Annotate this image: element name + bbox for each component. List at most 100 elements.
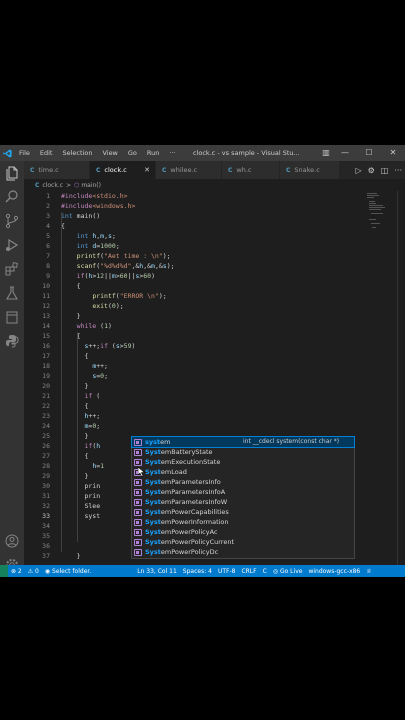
tab-time-c[interactable]: C time.c: [24, 161, 90, 179]
indentation[interactable]: Spaces: 4: [180, 568, 215, 575]
vertical-scrollbar[interactable]: [397, 191, 405, 565]
settings-icon[interactable]: ⚙: [365, 166, 378, 175]
search-icon[interactable]: [4, 189, 20, 205]
tab-snake-c[interactable]: C Snake.c: [280, 161, 340, 179]
code-line[interactable]: s=0;: [61, 371, 108, 381]
testing-flask-icon[interactable]: [4, 285, 20, 301]
cpp-configuration[interactable]: windows-gcc-x86: [305, 568, 363, 575]
more-actions-icon[interactable]: ···: [391, 166, 405, 175]
code-line[interactable]: prin: [61, 491, 100, 501]
suggestion-item[interactable]: SystemParametersInfo: [132, 477, 354, 487]
cursor-position[interactable]: Ln 33, Col 11: [134, 568, 180, 575]
end-of-line[interactable]: CRLF: [238, 568, 259, 575]
warnings-count[interactable]: ⚠ 0: [25, 568, 42, 575]
breadcrumb-file[interactable]: clock.c: [42, 182, 63, 189]
menu-file[interactable]: File: [14, 145, 35, 161]
remote-indicator[interactable]: [0, 565, 8, 577]
code-line[interactable]: }: [61, 311, 81, 321]
suggestion-item[interactable]: SystemParametersInfoW: [132, 497, 354, 507]
function-symbol-icon: ⬡: [74, 181, 80, 189]
extensions-icon[interactable]: [4, 261, 20, 277]
maximize-button[interactable]: ☐: [357, 145, 381, 161]
account-icon[interactable]: [4, 533, 20, 549]
symbol-method-icon: [134, 538, 142, 546]
suggestion-label: system: [145, 437, 170, 447]
code-line[interactable]: prin: [61, 481, 100, 491]
suggestion-item[interactable]: SystemPowerInformation: [132, 517, 354, 527]
close-window-button[interactable]: ✕: [381, 145, 405, 161]
code-line[interactable]: #include<windows.h>: [61, 201, 135, 211]
code-line[interactable]: int d=1000;: [61, 241, 120, 251]
python-icon[interactable]: [4, 333, 20, 349]
remote-explorer-icon[interactable]: [4, 309, 20, 325]
suggestion-item[interactable]: SystemBatteryState: [132, 447, 354, 457]
run-debug-icon[interactable]: [4, 237, 20, 253]
line-number: 26: [42, 442, 50, 450]
code-line[interactable]: printf("Aet time : \n");: [61, 251, 171, 261]
suggestion-item[interactable]: SystemPowerPolicyDc: [132, 547, 354, 557]
code-line[interactable]: m=0;: [61, 421, 100, 431]
code-line[interactable]: if(h>12||m>60||s>60): [61, 271, 155, 281]
code-line[interactable]: #include<stdio.h>: [61, 191, 128, 201]
suggestion-item[interactable]: SystemPowerPolicyCurrent: [132, 537, 354, 547]
code-line[interactable]: if (: [61, 391, 100, 401]
code-line[interactable]: scanf("%d%d%d",&h,&m,&s);: [61, 261, 175, 271]
line-number: 32: [42, 502, 50, 510]
tab-wh-c[interactable]: C wh.c: [222, 161, 280, 179]
minimap[interactable]: [365, 191, 395, 231]
split-editor-icon[interactable]: ◫: [378, 166, 392, 175]
suggestion-item[interactable]: SystemParametersInfoA: [132, 487, 354, 497]
code-editor[interactable]: 1 2 3 4 5 6 7 8 9 10 11 12 13 14 15 16 17 18 19 20 21 22 23 24 2…: [24, 191, 405, 565]
notifications-bell-icon[interactable]: ♕: [363, 568, 374, 575]
close-tab-icon[interactable]: ✕: [144, 166, 150, 174]
code-line[interactable]: Slee: [61, 501, 100, 511]
source-control-icon[interactable]: [4, 213, 20, 229]
code-line[interactable]: while (1): [61, 321, 112, 331]
code-line[interactable]: syst: [61, 511, 100, 521]
code-line[interactable]: {: [61, 451, 88, 461]
code-line[interactable]: if(h: [61, 441, 100, 451]
language-mode[interactable]: C: [260, 568, 270, 575]
breadcrumb-symbol[interactable]: main(): [81, 182, 101, 189]
go-live-button[interactable]: ◎ Go Live: [270, 568, 306, 575]
code-line[interactable]: {: [61, 401, 88, 411]
code-line[interactable]: }: [61, 431, 88, 441]
run-file-icon[interactable]: ▷: [352, 166, 364, 175]
code-line[interactable]: exit(0);: [61, 301, 123, 311]
tab-clock-c[interactable]: C clock.c ✕: [90, 161, 156, 179]
suggestion-item[interactable]: SystemPowerCapabilities: [132, 507, 354, 517]
suggestion-item[interactable]: SystemLoad: [132, 467, 354, 477]
explorer-icon[interactable]: [4, 165, 20, 181]
code-line[interactable]: }: [61, 381, 88, 391]
code-line[interactable]: h=1: [61, 461, 104, 471]
code-line[interactable]: }: [61, 551, 81, 561]
suggestion-item[interactable]: system int __cdecl system(const char *): [131, 436, 355, 448]
minimize-button[interactable]: —: [333, 145, 357, 161]
select-folder[interactable]: ◉ Select folder.: [42, 568, 94, 575]
mouse-pointer-icon: [137, 466, 146, 477]
symbol-method-icon: [134, 548, 142, 556]
suggestion-rest: emPowerPolicyCurrent: [160, 538, 234, 546]
menu-go[interactable]: Go: [123, 145, 142, 161]
code-line[interactable]: }: [61, 471, 88, 481]
tab-whilee-c[interactable]: C whilee.c: [156, 161, 222, 179]
code-line[interactable]: h++;: [61, 411, 100, 421]
encoding[interactable]: UTF-8: [215, 568, 239, 575]
code-line[interactable]: {: [61, 351, 88, 361]
code-line[interactable]: int h,m,s;: [61, 231, 116, 241]
code-line[interactable]: {: [61, 281, 81, 291]
menu-run[interactable]: Run: [142, 145, 164, 161]
suggestion-item[interactable]: SystemExecutionState: [132, 457, 354, 467]
suggestion-item[interactable]: SystemPowerPolicyAc: [132, 527, 354, 537]
menu-more[interactable]: ···: [164, 145, 180, 161]
layout-toggle-icon[interactable]: ▥: [319, 145, 333, 161]
code-line[interactable]: s++;if (s>59): [61, 341, 135, 351]
menu-edit[interactable]: Edit: [35, 145, 58, 161]
code-line[interactable]: m++;: [61, 361, 108, 371]
code-line[interactable]: printf("ERROR \n");: [61, 291, 166, 301]
errors-count[interactable]: ⊗ 2: [8, 568, 25, 575]
menu-view[interactable]: View: [97, 145, 122, 161]
code-line[interactable]: int main(): [61, 211, 100, 221]
menu-selection[interactable]: Selection: [57, 145, 97, 161]
line-number: 3: [46, 212, 50, 220]
